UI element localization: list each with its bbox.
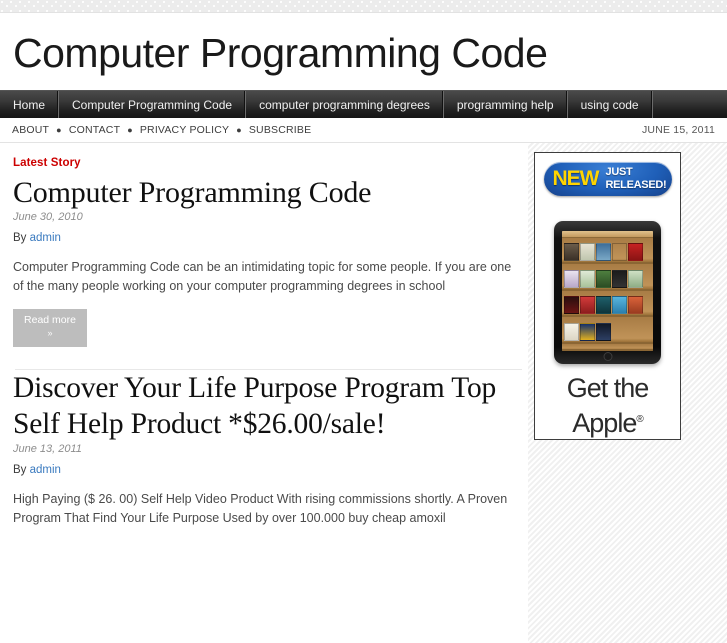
book-cover — [564, 322, 579, 341]
post-excerpt: Computer Programming Code can be an inti… — [13, 260, 512, 293]
nav-item-computer-programming-degrees[interactable]: computer programming degrees — [246, 91, 444, 118]
latest-story-label: Latest Story — [13, 157, 81, 169]
site-title: Computer Programming Code — [13, 30, 548, 76]
book-cover — [612, 243, 627, 262]
badge-just-released-text: JUST RELEASED! — [606, 166, 667, 191]
bookshelf-row — [562, 264, 653, 291]
post-title[interactable]: Discover Your Life Purpose Program Top S… — [13, 370, 528, 442]
ipad-bookshelf-screen — [562, 231, 653, 351]
current-date: JUNE 15, 2011 — [641, 124, 715, 136]
nav-item-home[interactable]: Home — [0, 91, 60, 118]
bookshelf-row — [562, 317, 653, 344]
subnav-separator-dot: ● — [127, 124, 133, 135]
bookshelf-row — [562, 290, 653, 318]
badge-released-text: RELEASED! — [605, 178, 667, 191]
book-cover — [628, 296, 643, 315]
book-cover — [580, 243, 595, 262]
post-date: June 30, 2010 — [13, 211, 83, 223]
ad-footer-text: Get the Apple® — [535, 364, 680, 439]
ad-footer-apple-text: Apple — [572, 408, 637, 438]
book-cover — [580, 296, 595, 315]
bookshelf-top-bar — [562, 231, 653, 238]
book-cover — [596, 269, 611, 288]
byline-prefix: By — [13, 464, 27, 476]
secondary-nav-links: ABOUT ● CONTACT ● PRIVACY POLICY ● SUBSC… — [12, 124, 311, 136]
tablet-illustration-container — [535, 205, 680, 364]
ad-footer-line-2: Apple® — [535, 404, 680, 439]
new-just-released-badge: NEW JUST RELEASED! — [543, 162, 672, 196]
post-author-link[interactable]: admin — [30, 464, 61, 476]
nav-filler — [653, 91, 727, 118]
book-cover — [564, 243, 579, 262]
badge-just-text: JUST — [605, 166, 633, 178]
bookshelf-row — [562, 238, 653, 265]
book-cover — [564, 296, 579, 315]
bookshelf-row-empty — [562, 343, 653, 351]
subnav-separator-dot: ● — [236, 124, 242, 135]
book-cover — [596, 322, 611, 341]
secondary-navigation: ABOUT ● CONTACT ● PRIVACY POLICY ● SUBSC… — [0, 118, 727, 143]
post-byline: By admin — [13, 232, 528, 244]
post-excerpt: High Paying ($ 26. 00) Self Help Video P… — [13, 492, 508, 525]
subnav-separator-dot: ● — [56, 124, 62, 135]
book-cover — [564, 269, 579, 288]
book-cover — [628, 269, 643, 288]
read-more-label: Read more — [24, 314, 76, 326]
post-item: Discover Your Life Purpose Program Top S… — [13, 370, 528, 528]
book-cover — [596, 296, 611, 315]
book-cover — [580, 269, 595, 288]
ad-badge-container: NEW JUST RELEASED! — [535, 160, 680, 205]
ad-footer-line-1: Get the — [566, 373, 650, 403]
post-title[interactable]: Computer Programming Code — [13, 175, 528, 210]
main-content: Latest Story Computer Programming Code J… — [0, 143, 528, 528]
book-cover — [612, 269, 627, 288]
book-cover — [612, 296, 627, 315]
nav-item-programming-help[interactable]: programming help — [444, 91, 568, 118]
subnav-item-about[interactable]: ABOUT — [12, 124, 49, 136]
nav-item-computer-programming-code[interactable]: Computer Programming Code — [59, 91, 247, 118]
post-date: June 13, 2011 — [13, 443, 82, 455]
byline-prefix: By — [13, 232, 27, 244]
registered-trademark-icon: ® — [636, 414, 643, 425]
sidebar-advertisement[interactable]: NEW JUST RELEASED! Get the Apple® — [534, 152, 681, 440]
book-cover — [596, 243, 611, 262]
post-byline: By admin — [13, 464, 528, 476]
nav-item-using-code[interactable]: using code — [568, 91, 653, 118]
subnav-item-subscribe[interactable]: SUBSCRIBE — [249, 124, 311, 136]
read-more-chevron-icon: » — [47, 328, 53, 338]
page-top-texture-strip — [0, 0, 727, 13]
book-cover — [628, 243, 643, 262]
subnav-item-contact[interactable]: CONTACT — [69, 124, 120, 136]
ipad-device-icon — [554, 221, 661, 364]
post-item: Computer Programming Code June 30, 2010 … — [13, 175, 528, 347]
book-cover — [580, 322, 595, 341]
sidebar: NEW JUST RELEASED! Get the Apple® — [528, 143, 727, 643]
page-wrapper: Computer Programming Code Home Computer … — [0, 13, 727, 643]
subnav-item-privacy-policy[interactable]: PRIVACY POLICY — [140, 124, 229, 136]
read-more-button[interactable]: Read more » — [13, 309, 87, 347]
post-author-link[interactable]: admin — [30, 232, 61, 244]
main-navigation: Home Computer Programming Code computer … — [0, 90, 727, 118]
badge-new-text: NEW — [552, 167, 600, 190]
body-columns: Latest Story Computer Programming Code J… — [0, 143, 727, 643]
